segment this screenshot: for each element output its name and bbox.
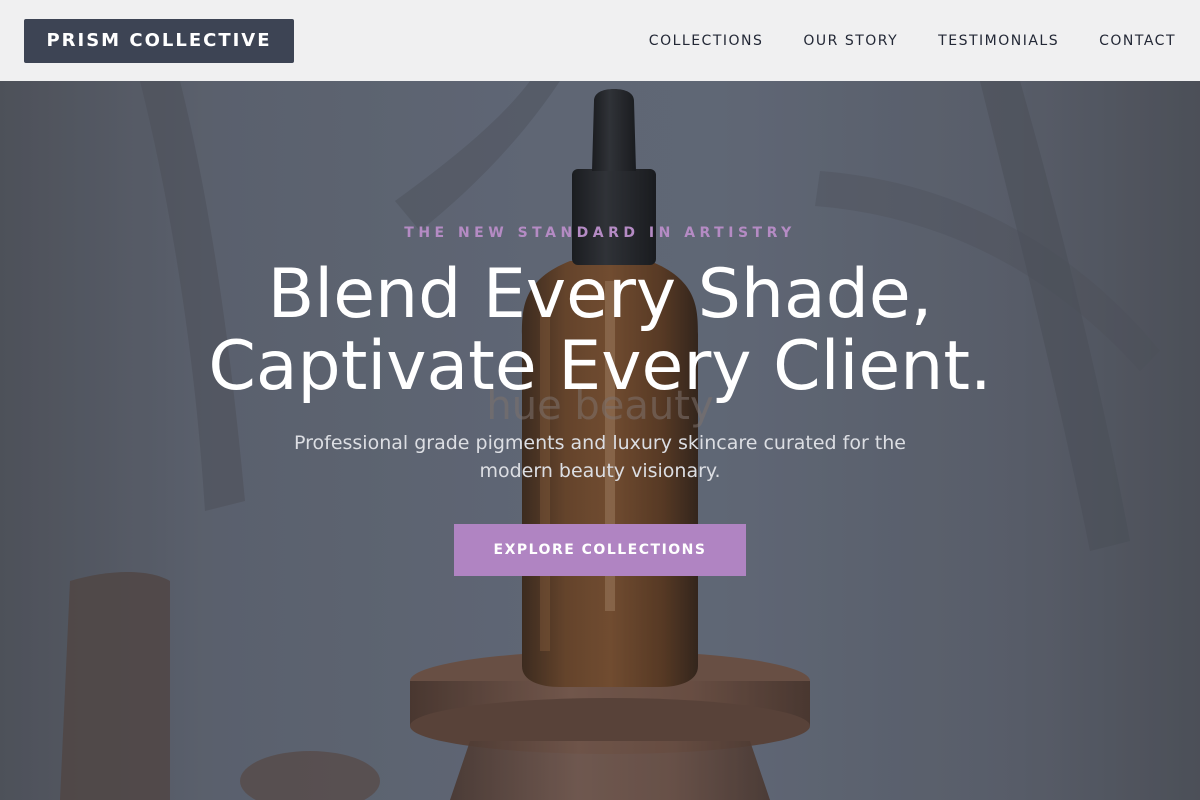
- hero-headline-line-2: Captivate Every Client.: [208, 327, 992, 406]
- brand-logo[interactable]: PRISM COLLECTIVE: [24, 18, 294, 63]
- nav-item-our-story[interactable]: OUR STORY: [803, 33, 898, 49]
- hero-headline-line-1: Blend Every Shade,: [267, 255, 933, 334]
- nav-item-testimonials[interactable]: TESTIMONIALS: [938, 33, 1059, 49]
- hero-eyebrow: THE NEW STANDARD IN ARTISTRY: [404, 225, 796, 241]
- hero-content: THE NEW STANDARD IN ARTISTRY Blend Every…: [0, 81, 1200, 800]
- nav-item-contact[interactable]: CONTACT: [1099, 33, 1176, 49]
- hero-headline: Blend Every Shade, Captivate Every Clien…: [0, 259, 1200, 403]
- hero-subheading: Professional grade pigments and luxury s…: [293, 432, 906, 482]
- nav-item-collections[interactable]: COLLECTIONS: [649, 33, 764, 49]
- site-header: PRISM COLLECTIVE COLLECTIONS OUR STORY T…: [0, 0, 1200, 81]
- hero-section: hue beauty THE NEW STANDARD IN ARTISTRY …: [0, 81, 1200, 800]
- main-nav: COLLECTIONS OUR STORY TESTIMONIALS CONTA…: [649, 33, 1176, 49]
- explore-collections-button[interactable]: EXPLORE COLLECTIONS: [454, 524, 746, 576]
